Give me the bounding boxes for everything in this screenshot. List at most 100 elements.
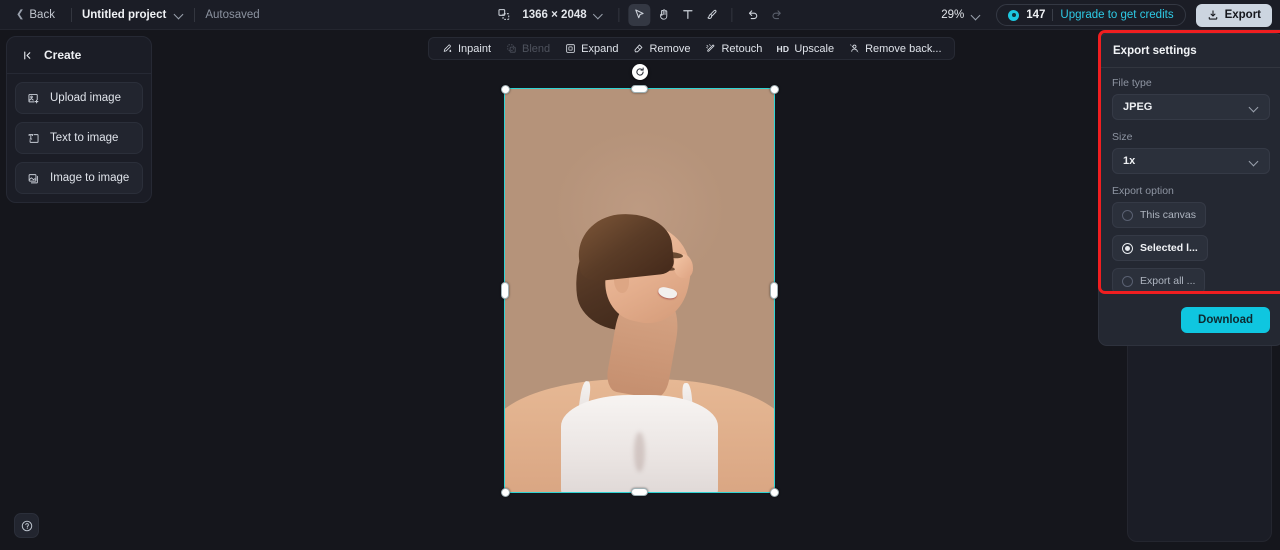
radio-icon: [1122, 209, 1133, 221]
selected-image-layer[interactable]: [500, 64, 779, 497]
canvas-dimensions-value: 1366 × 2048: [522, 8, 587, 21]
resize-handle-right[interactable]: [770, 282, 778, 299]
resize-handle-top-left[interactable]: [500, 84, 510, 94]
remove-background-label: Remove back...: [865, 42, 942, 55]
divider: [1052, 9, 1054, 21]
file-type-select[interactable]: JPEG: [1112, 94, 1270, 120]
brush-tool[interactable]: [701, 4, 723, 26]
hand-tool[interactable]: [653, 4, 675, 26]
upgrade-link[interactable]: Upgrade to get credits: [1060, 9, 1173, 21]
select-tool[interactable]: [628, 3, 651, 26]
create-sidebar: Create Upload image Text to image Image …: [6, 36, 152, 203]
resize-handle-bottom-right[interactable]: [769, 487, 779, 497]
zoom-control[interactable]: 29%: [936, 7, 986, 23]
resize-handle-bottom[interactable]: [631, 488, 648, 496]
expand-button[interactable]: Expand: [558, 40, 624, 58]
sidebar-items: Upload image Text to image Image to imag…: [7, 74, 151, 194]
resize-handle-bottom-left[interactable]: [500, 487, 510, 497]
export-option-label-text: Selected l...: [1140, 242, 1198, 254]
hd-badge: HD: [776, 43, 790, 54]
sidebar-item-image-to-image[interactable]: Image to image: [15, 162, 143, 194]
export-settings-body: File type JPEG Size 1x Export option Thi…: [1099, 68, 1280, 333]
topbar-right-group: 29% 147 Upgrade to get credits Export: [936, 0, 1272, 30]
export-option-selected-layer[interactable]: Selected l...: [1112, 235, 1208, 261]
remove-button[interactable]: Remove: [626, 40, 696, 58]
divider: [618, 7, 620, 22]
export-option-this-canvas[interactable]: This canvas: [1112, 202, 1207, 228]
size-select[interactable]: 1x: [1112, 148, 1270, 174]
canvas-dimensions-control[interactable]: 1366 × 2048: [516, 9, 609, 21]
expand-icon: [564, 43, 576, 55]
export-settings-title: Export settings: [1099, 34, 1280, 68]
garment-shadow: [634, 431, 645, 472]
rotate-handle[interactable]: [631, 64, 648, 80]
image-context-toolbar: Inpaint Blend Expand Remove Retouch HD U…: [428, 37, 955, 60]
size-value: 1x: [1123, 155, 1136, 167]
download-icon: [1208, 10, 1217, 20]
text-tool[interactable]: [677, 4, 699, 26]
upscale-button[interactable]: HD Upscale: [770, 40, 840, 58]
blend-label: Blend: [522, 42, 551, 55]
zoom-level-value: 29%: [941, 9, 965, 21]
portrait-image[interactable]: [504, 88, 775, 493]
canvas-area[interactable]: [0, 30, 1280, 550]
credits-count: 147: [1026, 9, 1046, 21]
upload-image-icon: [26, 91, 40, 105]
inpaint-button[interactable]: Inpaint: [435, 40, 497, 58]
remove-background-icon: [848, 43, 860, 55]
resize-handle-left[interactable]: [501, 282, 509, 299]
inpaint-icon: [441, 43, 453, 55]
top-toolbar: ❮ Back Untitled project Autosaved 1366 ×…: [0, 0, 1280, 30]
download-row: Download: [1112, 307, 1270, 333]
chevron-down-icon: [595, 10, 604, 19]
sidebar-item-label: Text to image: [50, 132, 119, 144]
export-option-label-text: This canvas: [1140, 209, 1197, 221]
remove-label: Remove: [649, 42, 691, 55]
redo-button[interactable]: [766, 4, 788, 26]
undo-button[interactable]: [742, 4, 764, 26]
download-button[interactable]: Download: [1181, 307, 1270, 333]
resize-handle-top[interactable]: [631, 85, 648, 93]
sidebar-item-label: Image to image: [50, 172, 130, 184]
remove-background-button[interactable]: Remove back...: [842, 40, 947, 58]
file-type-value: JPEG: [1123, 101, 1153, 113]
divider: [731, 7, 733, 22]
divider: [194, 7, 196, 22]
export-option-export-all[interactable]: Export all ...: [1112, 268, 1206, 294]
export-option-group: This canvas Selected l... Export all ...: [1112, 202, 1270, 294]
back-button[interactable]: ❮ Back: [10, 6, 61, 24]
help-button[interactable]: [14, 513, 39, 538]
project-title: Untitled project: [81, 8, 167, 21]
chevron-down-icon: [972, 11, 981, 20]
credits-badge[interactable]: 147 Upgrade to get credits: [996, 4, 1186, 26]
radio-icon: [1122, 275, 1133, 287]
image-to-image-icon: [26, 171, 40, 185]
export-settings-panel: Export settings File type JPEG Size 1x E…: [1098, 33, 1280, 346]
file-type-label: File type: [1112, 77, 1152, 89]
retouch-label: Retouch: [721, 42, 763, 55]
remove-icon: [632, 43, 644, 55]
export-option-label: Export option: [1112, 185, 1174, 197]
retouch-button[interactable]: Retouch: [698, 40, 768, 58]
autosave-status: Autosaved: [205, 8, 260, 21]
chevron-down-icon: [1250, 157, 1259, 166]
blend-icon: [505, 43, 517, 55]
text-to-image-icon: [26, 131, 40, 145]
sidebar-header-label: Create: [44, 48, 82, 62]
export-button-label: Export: [1224, 9, 1261, 21]
resize-handle-top-right[interactable]: [769, 84, 779, 94]
credit-coin-icon: [1008, 9, 1020, 21]
chevron-left-icon: ❮: [16, 8, 25, 20]
resize-icon[interactable]: [492, 4, 514, 26]
sidebar-header[interactable]: Create: [7, 37, 151, 74]
topbar-left-group: ❮ Back Untitled project Autosaved: [0, 6, 260, 24]
sidebar-item-upload-image[interactable]: Upload image: [15, 82, 143, 114]
export-option-label-text: Export all ...: [1140, 275, 1196, 287]
chevron-down-icon: [1250, 103, 1259, 112]
collapse-panel-icon: [21, 48, 35, 62]
divider: [70, 7, 72, 22]
sidebar-item-text-to-image[interactable]: Text to image: [15, 122, 143, 154]
size-label: Size: [1112, 131, 1133, 143]
chevron-down-icon[interactable]: [175, 10, 184, 19]
export-button[interactable]: Export: [1195, 3, 1272, 27]
